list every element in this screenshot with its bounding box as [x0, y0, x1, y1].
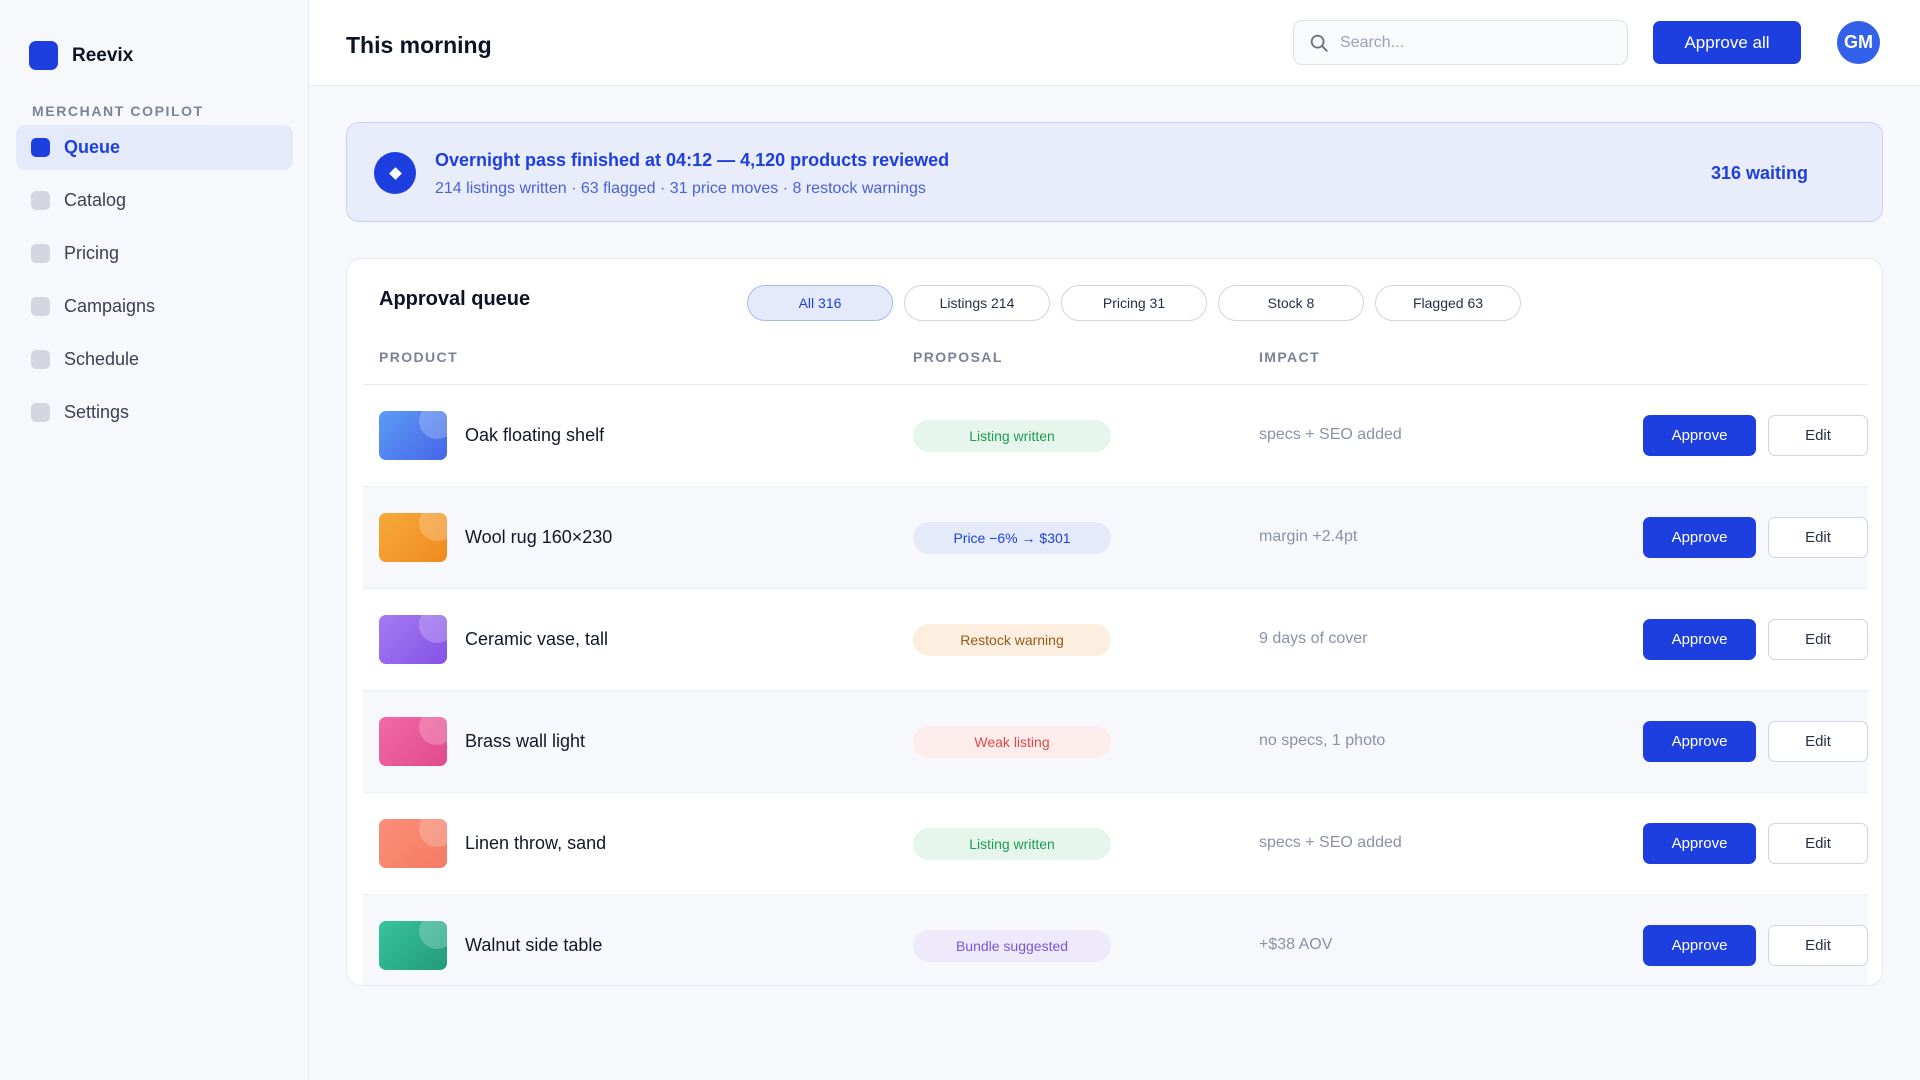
brand[interactable]: Reevix — [29, 41, 133, 70]
top-bar: This morning Approve all GM — [310, 0, 1920, 86]
impact-text: specs + SEO added — [1259, 426, 1402, 443]
proposal-badge: Restock warning — [913, 624, 1111, 656]
queue-rows: Oak floating shelf Listing written specs… — [363, 385, 1868, 985]
avatar[interactable]: GM — [1837, 21, 1880, 64]
sidebar-section-label: MERCHANT COPILOT — [32, 103, 204, 119]
sidebar-item-campaigns[interactable]: Campaigns — [16, 284, 293, 329]
overnight-summary-banner: Overnight pass finished at 04:12 — 4,120… — [346, 122, 1883, 222]
page-title: This morning — [346, 32, 492, 58]
search-box[interactable] — [1293, 20, 1628, 65]
brand-name: Reevix — [72, 44, 134, 66]
product-name: Linen throw, sand — [465, 833, 607, 853]
approval-queue-card: Approval queue All 316 Listings 214 Pric… — [346, 258, 1883, 986]
proposal-badge: Listing written — [913, 828, 1111, 860]
filter-chip-stock[interactable]: Stock 8 — [1218, 285, 1364, 321]
approve-button[interactable]: Approve — [1643, 415, 1756, 456]
edit-button[interactable]: Edit — [1768, 619, 1868, 660]
sidebar-nav: Queue Catalog Pricing Campaigns Schedule… — [16, 125, 293, 443]
filter-chip-all[interactable]: All 316 — [747, 285, 893, 321]
sparkle-icon — [374, 152, 416, 194]
pricing-icon — [31, 244, 50, 263]
product-thumbnail — [379, 513, 447, 562]
catalog-icon — [31, 191, 50, 210]
approve-all-button[interactable]: Approve all — [1653, 21, 1801, 64]
approve-button[interactable]: Approve — [1643, 721, 1756, 762]
edit-button[interactable]: Edit — [1768, 925, 1868, 966]
filter-chip-listings[interactable]: Listings 214 — [904, 285, 1050, 321]
impact-text: no specs, 1 photo — [1259, 732, 1386, 749]
edit-button[interactable]: Edit — [1768, 415, 1868, 456]
edit-button[interactable]: Edit — [1768, 823, 1868, 864]
approve-button[interactable]: Approve — [1643, 925, 1756, 966]
schedule-icon — [31, 350, 50, 369]
column-header-product: PRODUCT — [379, 349, 459, 365]
sidebar-item-label: Catalog — [64, 190, 127, 210]
product-name: Walnut side table — [465, 935, 603, 955]
proposal-badge: Listing written — [913, 420, 1111, 452]
product-name: Ceramic vase, tall — [465, 629, 609, 649]
column-header-impact: IMPACT — [1259, 349, 1321, 365]
product-thumbnail — [379, 819, 447, 868]
impact-text: +$38 AOV — [1259, 936, 1333, 953]
edit-button[interactable]: Edit — [1768, 721, 1868, 762]
impact-text: 9 days of cover — [1259, 630, 1368, 647]
table-row: Oak floating shelf Listing written specs… — [363, 385, 1868, 487]
approve-button[interactable]: Approve — [1643, 619, 1756, 660]
table-row: Wool rug 160×230 Price −6% → $301 margin… — [363, 487, 1868, 589]
product-name: Wool rug 160×230 — [465, 527, 613, 547]
sidebar-item-pricing[interactable]: Pricing — [16, 231, 293, 276]
sidebar-item-queue[interactable]: Queue — [16, 125, 293, 170]
sidebar-item-label: Pricing — [64, 243, 120, 263]
banner-title: Overnight pass finished at 04:12 — 4,120… — [435, 150, 950, 170]
sidebar-item-catalog[interactable]: Catalog — [16, 178, 293, 223]
table-row: Linen throw, sand Listing written specs … — [363, 793, 1868, 895]
table-row: Brass wall light Weak listing no specs, … — [363, 691, 1868, 793]
filter-chip-pricing[interactable]: Pricing 31 — [1061, 285, 1207, 321]
sidebar-item-label: Campaigns — [64, 296, 156, 316]
search-input[interactable] — [1340, 33, 1610, 52]
product-thumbnail — [379, 615, 447, 664]
product-thumbnail — [379, 411, 447, 460]
proposal-badge: Weak listing — [913, 726, 1111, 758]
edit-button[interactable]: Edit — [1768, 517, 1868, 558]
settings-icon — [31, 403, 50, 422]
waiting-count: 316 waiting — [1710, 163, 1808, 183]
filter-chip-flagged[interactable]: Flagged 63 — [1375, 285, 1521, 321]
column-header-proposal: PROPOSAL — [913, 349, 1003, 365]
campaigns-icon — [31, 297, 50, 316]
approve-button[interactable]: Approve — [1643, 517, 1756, 558]
banner-subtitle: 214 listings written · 63 flagged · 31 p… — [435, 180, 926, 197]
brand-logo — [29, 41, 58, 70]
product-name: Oak floating shelf — [465, 425, 605, 445]
proposal-badge: Bundle suggested — [913, 930, 1111, 962]
impact-text: margin +2.4pt — [1259, 528, 1358, 545]
search-icon — [1310, 34, 1328, 52]
product-thumbnail — [379, 921, 447, 970]
sidebar-item-schedule[interactable]: Schedule — [16, 337, 293, 382]
filter-chips: All 316 Listings 214 Pricing 31 Stock 8 … — [747, 285, 1532, 321]
queue-title: Approval queue — [379, 288, 531, 310]
sidebar-item-label: Settings — [64, 402, 130, 422]
impact-text: specs + SEO added — [1259, 834, 1402, 851]
queue-icon — [31, 138, 50, 157]
product-name: Brass wall light — [465, 731, 586, 751]
sidebar-item-label: Schedule — [64, 349, 140, 369]
sidebar: Reevix MERCHANT COPILOT Queue Catalog Pr… — [0, 0, 309, 1080]
sidebar-item-label: Queue — [64, 137, 121, 157]
proposal-badge: Price −6% → $301 — [913, 522, 1111, 554]
table-row: Walnut side table Bundle suggested +$38 … — [363, 895, 1868, 985]
product-thumbnail — [379, 717, 447, 766]
approve-button[interactable]: Approve — [1643, 823, 1756, 864]
table-row: Ceramic vase, tall Restock warning 9 day… — [363, 589, 1868, 691]
sidebar-item-settings[interactable]: Settings — [16, 390, 293, 435]
